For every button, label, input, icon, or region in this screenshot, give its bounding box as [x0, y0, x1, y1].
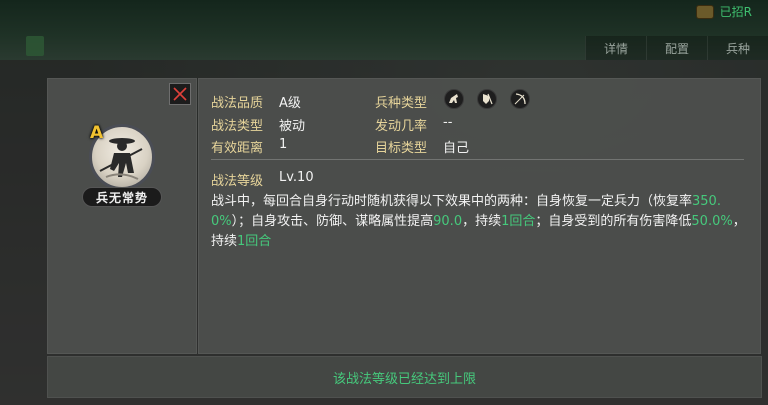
top-bar: 已招R 详情 配置 兵种 — [0, 0, 768, 60]
desc-value: 1回合 — [501, 214, 536, 229]
trigger-rate-value: -- — [443, 115, 453, 130]
close-button[interactable] — [169, 83, 191, 105]
tab-config[interactable]: 配置 — [646, 36, 707, 60]
bow-icon — [510, 89, 530, 109]
section-divider — [211, 159, 744, 160]
skill-description: 战斗中，每回合自身行动时随机获得以下效果中的两种：自身恢复一定兵力（恢复率350… — [211, 192, 747, 252]
banner-decoration — [26, 36, 44, 56]
level-value: Lv.10 — [279, 170, 314, 185]
skill-info-panel: 战法品质 A级 兵种类型 战法类型 被动 发动几率 -- 有效距离 1 目标类型… — [198, 78, 761, 354]
troop-type-label: 兵种类型 — [375, 96, 428, 111]
skill-detail-dialog: A 兵无常势 战法品质 A级 兵种类型 战法类型 被动 发动几率 -- 有效距离… — [47, 78, 762, 398]
resource-indicator: 已招R — [695, 3, 752, 20]
desc-text: 战斗中，每回合自身行动时随机获得以下效果中的两种：自身恢复一定兵力（恢复率 — [211, 194, 693, 209]
close-icon — [173, 87, 187, 101]
range-value: 1 — [279, 137, 288, 152]
shield-infantry-icon — [477, 89, 497, 109]
game-screen: 已招R 详情 配置 兵种 A 兵无常势 战法品质 A级 兵种类型 战法类型 被动… — [0, 0, 768, 405]
desc-value: 50.0% — [691, 214, 733, 229]
skill-portrait-panel: A 兵无常势 — [47, 78, 197, 354]
max-level-bar: 该战法等级已经达到上限 — [47, 356, 762, 398]
tab-troops[interactable]: 兵种 — [707, 36, 768, 60]
target-label: 目标类型 — [375, 141, 428, 156]
quality-label: 战法品质 — [211, 96, 264, 111]
skill-type-label: 战法类型 — [211, 119, 264, 134]
cavalry-icon — [444, 89, 464, 109]
range-label: 有效距离 — [211, 141, 264, 156]
skill-grade: A — [90, 123, 104, 143]
skill-name: 兵无常势 — [82, 187, 162, 207]
resource-text: 已招R — [719, 5, 752, 19]
desc-text: ；自身受到的所有伤害降低 — [535, 214, 692, 229]
max-level-message: 该战法等级已经达到上限 — [332, 371, 476, 387]
desc-text: ，持续 — [462, 214, 502, 229]
desc-text: ）；自身攻击、防御、谋略属性提高 — [231, 214, 434, 229]
quality-value: A级 — [279, 96, 301, 111]
trigger-rate-label: 发动几率 — [375, 119, 428, 134]
level-label: 战法等级 — [211, 174, 264, 189]
tab-details[interactable]: 详情 — [585, 36, 646, 60]
desc-value: 1回合 — [237, 234, 272, 249]
target-value: 自己 — [443, 141, 470, 156]
desc-value: 90.0 — [433, 214, 463, 229]
skill-type-value: 被动 — [279, 119, 306, 134]
chest-icon — [695, 4, 714, 19]
top-tabs: 详情 配置 兵种 — [585, 36, 768, 60]
